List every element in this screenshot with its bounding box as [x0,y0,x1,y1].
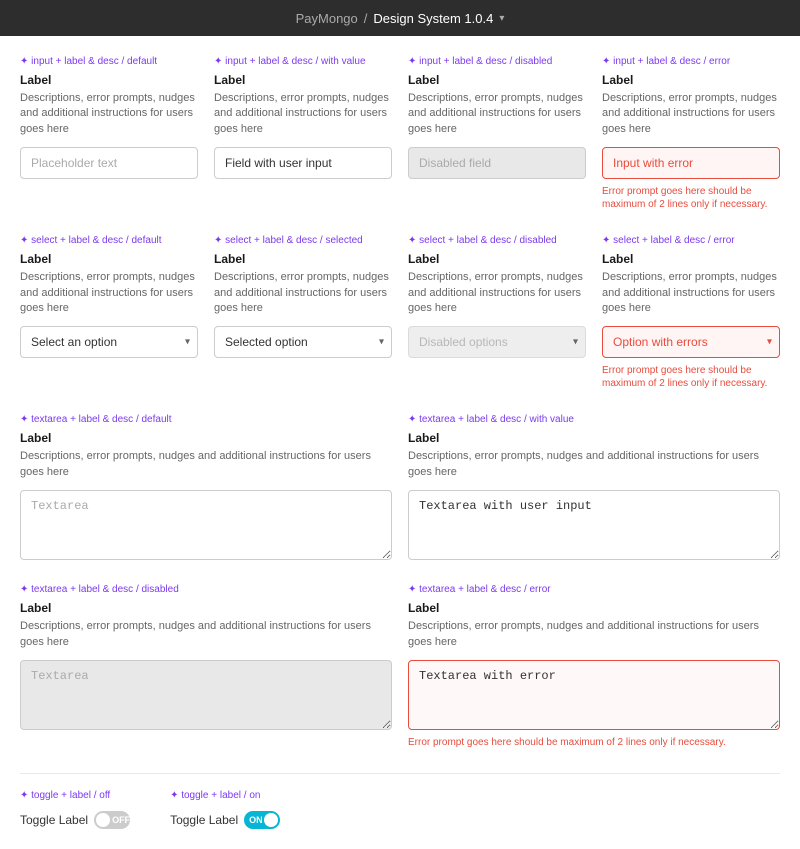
input-error-type: ✦ input + label & desc / error [602,56,780,67]
textarea-error-type: ✦ textarea + label & desc / error [408,584,780,595]
topbar: PayMongo / Design System 1.0.4 ▾ [0,0,800,36]
input-default-field[interactable] [20,147,198,179]
textarea-disabled-field [20,660,392,730]
textarea-default-type: ✦ textarea + label & desc / default [20,414,392,425]
textarea-top-section: ✦ textarea + label & desc / default Labe… [20,414,780,560]
select-default-cell: ✦ select + label & desc / default Label … [20,235,198,390]
textarea-error-field[interactable]: Textarea with error [408,660,780,730]
toggle-off-type: ✦ toggle + label / off [20,790,130,801]
topbar-separator: / [364,11,368,26]
textarea-error-cell: ✦ textarea + label & desc / error Label … [408,584,780,749]
select-default-field[interactable]: Select an option [20,326,198,358]
select-disabled-label: Label [408,252,586,266]
textarea-default-label: Label [20,431,392,445]
textarea-error-message: Error prompt goes here should be maximum… [408,736,780,749]
select-error-desc: Descriptions, error prompts, nudges and … [602,270,780,316]
select-disabled-cell: ✦ select + label & desc / disabled Label… [408,235,586,390]
toggle-on-type: ✦ toggle + label / on [170,790,280,801]
textarea-disabled-desc: Descriptions, error prompts, nudges and … [20,619,392,650]
input-error-desc: Descriptions, error prompts, nudges and … [602,91,780,137]
textarea-error-label: Label [408,601,780,615]
input-disabled-type: ✦ input + label & desc / disabled [408,56,586,67]
toggle-on-row: Toggle Label ON [170,811,280,829]
select-error-wrapper: Option with errors ▾ [602,326,780,358]
input-value-cell: ✦ input + label & desc / with value Labe… [214,56,392,211]
textarea-default-desc: Descriptions, error prompts, nudges and … [20,449,392,480]
textarea-error-desc: Descriptions, error prompts, nudges and … [408,619,780,650]
input-error-message: Error prompt goes here should be maximum… [602,185,780,211]
textarea-bottom-section: ✦ textarea + label & desc / disabled Lab… [20,584,780,749]
select-error-message: Error prompt goes here should be maximum… [602,364,780,390]
input-value-desc: Descriptions, error prompts, nudges and … [214,91,392,137]
input-default-type: ✦ input + label & desc / default [20,56,198,67]
select-error-type: ✦ select + label & desc / error [602,235,780,246]
input-value-label: Label [214,73,392,87]
input-value-field[interactable] [214,147,392,179]
toggle-on-switch[interactable]: ON [244,811,280,829]
select-disabled-type: ✦ select + label & desc / disabled [408,235,586,246]
toggle-on-state: ON [249,815,263,825]
toggle-off-label: Toggle Label [20,813,88,827]
input-error-label: Label [602,73,780,87]
select-error-label: Label [602,252,780,266]
toggle-off-row: Toggle Label OFF [20,811,130,829]
textarea-disabled-cell: ✦ textarea + label & desc / disabled Lab… [20,584,392,749]
textarea-value-cell: ✦ textarea + label & desc / with value L… [408,414,780,560]
toggle-on-cell: ✦ toggle + label / on Toggle Label ON [170,790,280,829]
select-error-field[interactable]: Option with errors [602,326,780,358]
textarea-value-type: ✦ textarea + label & desc / with value [408,414,780,425]
toggle-off-cell: ✦ toggle + label / off Toggle Label OFF [20,790,130,829]
input-disabled-cell: ✦ input + label & desc / disabled Label … [408,56,586,211]
input-default-cell: ✦ input + label & desc / default Label D… [20,56,198,211]
textarea-value-label: Label [408,431,780,445]
textarea-value-field[interactable]: Textarea with user input [408,490,780,560]
input-disabled-field [408,147,586,179]
textarea-default-cell: ✦ textarea + label & desc / default Labe… [20,414,392,560]
topbar-title: Design System 1.0.4 [373,11,493,26]
topbar-chevron-icon[interactable]: ▾ [499,13,504,24]
select-default-type: ✦ select + label & desc / default [20,235,198,246]
input-disabled-desc: Descriptions, error prompts, nudges and … [408,91,586,137]
toggle-off-switch[interactable]: OFF [94,811,130,829]
select-selected-type: ✦ select + label & desc / selected [214,235,392,246]
input-section: ✦ input + label & desc / default Label D… [20,56,780,211]
select-selected-field[interactable]: Selected option [214,326,392,358]
select-disabled-wrapper: Disabled options ▾ [408,326,586,358]
select-disabled-desc: Descriptions, error prompts, nudges and … [408,270,586,316]
select-selected-label: Label [214,252,392,266]
select-selected-cell: ✦ select + label & desc / selected Label… [214,235,392,390]
select-selected-wrapper: Selected option ▾ [214,326,392,358]
divider [20,773,780,774]
select-section: ✦ select + label & desc / default Label … [20,235,780,390]
select-error-cell: ✦ select + label & desc / error Label De… [602,235,780,390]
select-selected-desc: Descriptions, error prompts, nudges and … [214,270,392,316]
textarea-disabled-label: Label [20,601,392,615]
select-default-wrapper: Select an option ▾ [20,326,198,358]
input-value-type: ✦ input + label & desc / with value [214,56,392,67]
topbar-brand: PayMongo [296,11,358,26]
textarea-value-desc: Descriptions, error prompts, nudges and … [408,449,780,480]
input-error-cell: ✦ input + label & desc / error Label Des… [602,56,780,211]
input-default-label: Label [20,73,198,87]
toggle-off-state: OFF [112,815,130,825]
input-default-desc: Descriptions, error prompts, nudges and … [20,91,198,137]
textarea-disabled-type: ✦ textarea + label & desc / disabled [20,584,392,595]
select-default-label: Label [20,252,198,266]
textarea-default-field[interactable] [20,490,392,560]
input-error-field[interactable] [602,147,780,179]
select-disabled-field: Disabled options [408,326,586,358]
toggle-on-label: Toggle Label [170,813,238,827]
toggle-section: ✦ toggle + label / off Toggle Label OFF … [20,790,780,829]
select-default-desc: Descriptions, error prompts, nudges and … [20,270,198,316]
input-disabled-label: Label [408,73,586,87]
main-content: ✦ input + label & desc / default Label D… [0,36,800,849]
